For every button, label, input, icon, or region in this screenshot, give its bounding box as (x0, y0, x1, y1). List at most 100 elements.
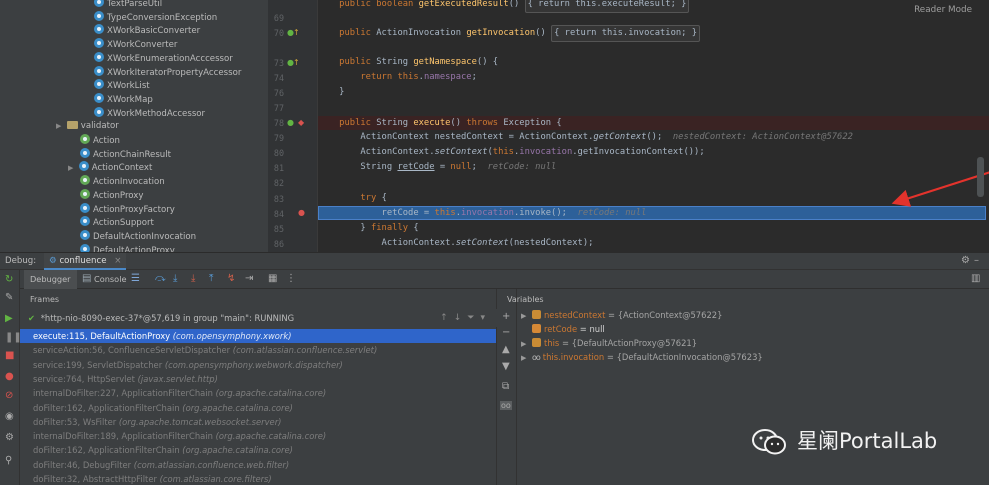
frame-method: internalDoFilter:189, ApplicationFilterC… (33, 431, 213, 442)
resume-icon[interactable]: ▶ (5, 313, 13, 324)
editor-scrollbar[interactable] (977, 157, 984, 197)
code-token: public boolean (318, 0, 419, 9)
frame-method: serviceAction:56, ConfluenceServletDispa… (33, 345, 231, 356)
drop-frame-icon[interactable]: ↯ (227, 273, 235, 284)
close-icon[interactable]: × (114, 256, 121, 266)
restore-layout-icon[interactable]: ⋮ (286, 273, 296, 284)
variable-row[interactable]: retCode = null (521, 322, 605, 336)
frame-row[interactable]: internalDoFilter:189, ApplicationFilterC… (20, 429, 496, 443)
field-marker-icon[interactable]: ↑ (293, 28, 300, 37)
force-step-into-icon[interactable]: ⤓ (191, 273, 195, 284)
code-token: String (318, 162, 398, 172)
up-arrow-icon[interactable]: ↑ (440, 313, 454, 323)
move-down-icon[interactable]: ▼ (502, 361, 510, 372)
code-editor[interactable]: public boolean getExecutedResult() { ret… (318, 0, 989, 252)
tree-item-label: validator (80, 121, 119, 132)
stop-icon[interactable]: ■ (5, 350, 14, 361)
chevron-right-icon[interactable]: ▶ (68, 162, 76, 176)
variable-row[interactable]: ▶ oo this.invocation = {DefaultActionInvoc… (521, 350, 763, 364)
chevron-right-icon[interactable]: ▶ (521, 351, 532, 365)
variable-row[interactable]: ▶ this = {DefaultActionProxy@57621} (521, 336, 697, 350)
tree-item[interactable]: ▶ ActionContext (68, 161, 152, 175)
tree-item[interactable]: XWorkList (94, 79, 150, 93)
tree-item[interactable]: DefaultActionInvocation (80, 229, 196, 244)
watch-icon: oo (532, 353, 541, 362)
layout-settings-icon[interactable]: ▥ (971, 273, 980, 284)
frame-row[interactable]: doFilter:53, WsFilter (org.apache.tomcat… (20, 415, 496, 429)
tree-item[interactable]: ActionInvocation (80, 175, 165, 189)
session-tab-label: confluence (59, 256, 107, 266)
chevron-down-icon[interactable]: ▾ (480, 313, 491, 323)
frame-row[interactable]: doFilter:32, AbstractHttpFilter (com.atl… (20, 472, 496, 485)
tree-item[interactable]: TextParseUtil (94, 0, 162, 11)
run-to-cursor-icon[interactable]: ⇥ (245, 273, 253, 284)
frame-row[interactable]: doFilter:162, ApplicationFilterChain (or… (20, 401, 496, 415)
line-number: 78 (273, 118, 284, 128)
filter-icon[interactable]: ⏷ (467, 313, 480, 323)
tree-item[interactable]: Action (80, 134, 120, 148)
frame-row[interactable]: execute:115, DefaultActionProxy (com.ope… (20, 329, 496, 344)
folded-code[interactable]: { return this.invocation; } (551, 25, 701, 42)
tab-console[interactable]: Console (88, 270, 133, 289)
view-breakpoints-icon[interactable]: ● (5, 371, 14, 382)
tree-item[interactable]: XWorkBasicConverter (94, 24, 200, 38)
thread-selector[interactable]: ✔ *http-nio-8090-exec-37*@57,619 in grou… (20, 309, 497, 327)
mute-breakpoints-icon[interactable]: ⊘ (5, 390, 13, 401)
tree-item[interactable]: XWorkEnumerationAcccessor (94, 51, 233, 66)
copy-icon[interactable]: ⧉ (502, 381, 509, 392)
frame-row[interactable]: doFilter:46, DebugFilter (com.atlassian.… (20, 458, 496, 472)
breakpoint-icon[interactable]: ● (298, 208, 305, 217)
tree-item[interactable]: ActionProxy (80, 188, 143, 203)
frame-method: doFilter:32, AbstractHttpFilter (33, 474, 157, 484)
step-into-icon[interactable]: ⤓ (173, 273, 177, 284)
down-arrow-icon[interactable]: ↓ (454, 313, 468, 323)
frame-row[interactable]: doFilter:162, ApplicationFilterChain (or… (20, 443, 496, 457)
tree-item[interactable]: XWorkIteratorPropertyAccessor (94, 65, 241, 80)
camera-icon[interactable]: ◉ (5, 411, 14, 422)
wrench-icon[interactable]: ✎ (5, 292, 13, 303)
variable-row[interactable]: ▶ nestedContext = {ActionContext@57622} (521, 308, 722, 322)
tree-item[interactable]: TypeConversionException (94, 10, 217, 25)
breakpoint-diamond-icon[interactable]: ◆ (298, 118, 304, 127)
code-token: String (376, 57, 414, 67)
tree-item[interactable]: ActionProxyFactory (80, 202, 175, 217)
tree-item[interactable]: XWorkConverter (94, 38, 177, 52)
minimize-icon[interactable]: – (974, 255, 983, 266)
frame-row[interactable]: service:199, ServletDispatcher (com.open… (20, 358, 496, 372)
pin-icon[interactable]: ⚲ (5, 455, 12, 466)
code-token: Exception { (503, 118, 562, 128)
reader-mode-link[interactable]: Reader Mode (914, 5, 972, 15)
tab-debugger[interactable]: Debugger (24, 270, 77, 289)
rerun-icon[interactable]: ↻ (5, 274, 13, 285)
settings-gear-icon[interactable]: ⚙ (961, 255, 974, 266)
frame-method: execute:115, DefaultActionProxy (33, 331, 171, 341)
code-token: public (318, 28, 377, 38)
chevron-right-icon[interactable]: ▶ (521, 309, 532, 323)
remove-watch-icon[interactable]: − (502, 327, 510, 338)
show-execution-point-icon[interactable]: ☰ (131, 273, 140, 284)
folded-code[interactable]: { return this.executeResult; } (524, 0, 690, 13)
frame-row[interactable]: service:764, HttpServlet (javax.servlet.… (20, 372, 496, 386)
tree-item[interactable]: ▶ validator (56, 120, 119, 134)
field-marker-icon[interactable]: ↑ (293, 58, 300, 67)
frame-row[interactable]: serviceAction:56, ConfluenceServletDispa… (20, 343, 496, 357)
chevron-right-icon[interactable]: ▶ (521, 337, 532, 351)
chevron-right-icon[interactable]: ▶ (56, 120, 64, 134)
field-icon (532, 338, 541, 347)
tree-item[interactable]: DefaultActionProxy (80, 243, 175, 252)
tree-item[interactable]: XWorkMethodAccessor (94, 106, 205, 121)
step-out-icon[interactable]: ⤒ (209, 273, 213, 284)
evaluate-expression-icon[interactable]: ▦ (268, 273, 277, 284)
settings-icon[interactable]: ⚙ (5, 432, 14, 443)
tab-confluence-session[interactable]: ⚙ confluence × (44, 253, 127, 270)
frame-row[interactable]: internalDoFilter:227, ApplicationFilterC… (20, 386, 496, 400)
tree-item[interactable]: ActionSupport (80, 216, 154, 230)
override-marker-icon[interactable]: ● (287, 118, 294, 127)
step-over-icon[interactable]: ⤼ (155, 273, 166, 284)
tree-item[interactable]: XWorkMap (94, 92, 153, 107)
move-up-icon[interactable]: ▲ (502, 344, 510, 355)
code-line: } finally { (318, 221, 989, 236)
add-watch-icon[interactable]: + (502, 311, 510, 322)
watches-toggle-icon[interactable]: oo (500, 401, 512, 410)
tree-item[interactable]: ActionChainResult (80, 147, 171, 162)
